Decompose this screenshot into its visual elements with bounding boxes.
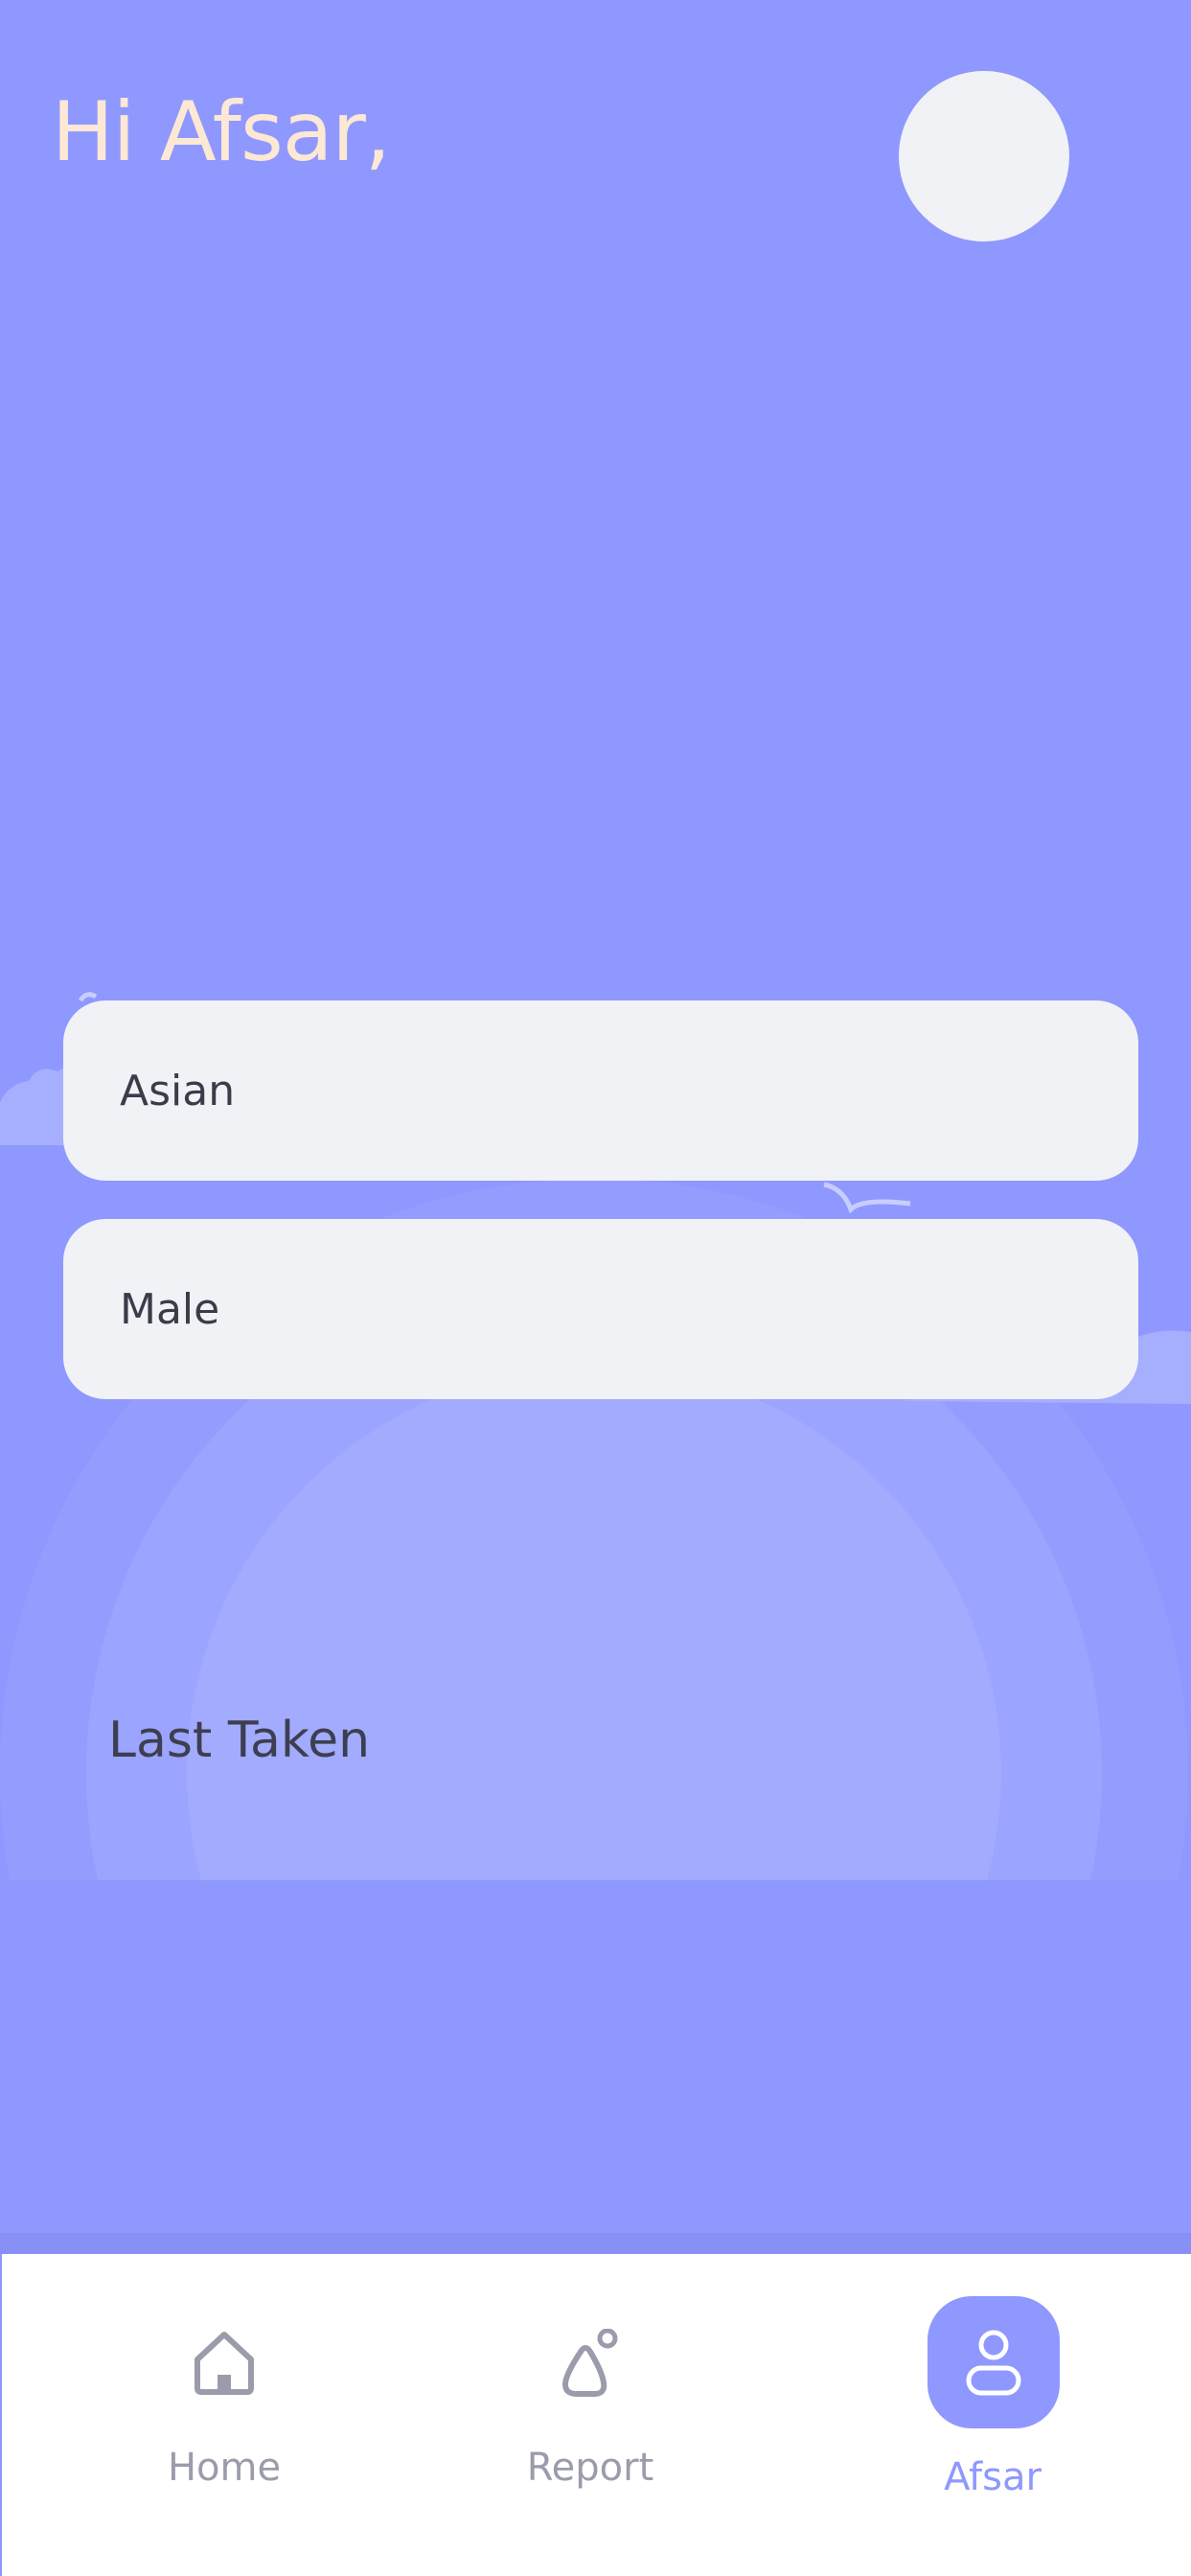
ethnicity-field[interactable]: Asian xyxy=(63,1000,1138,1181)
nav-item-profile[interactable]: Afsar xyxy=(878,2254,1108,2576)
avatar[interactable] xyxy=(899,71,1069,242)
nav-item-report[interactable]: Report xyxy=(475,2254,705,2576)
profile-screen: Hi Afsar, Asian Male Last Taken xyxy=(0,0,1191,2254)
last-taken-heading: Last Taken xyxy=(108,1712,371,1769)
home-icon xyxy=(167,2306,282,2421)
gender-field[interactable]: Male xyxy=(63,1219,1138,1399)
bottom-navigation: Home Report Afsar xyxy=(0,2254,1191,2576)
nav-label-profile: Afsar xyxy=(944,2455,1042,2499)
greeting-title: Hi Afsar, xyxy=(52,84,391,180)
nav-label-home: Home xyxy=(167,2446,282,2490)
gender-value: Male xyxy=(120,1284,220,1334)
ethnicity-value: Asian xyxy=(120,1066,236,1116)
nav-item-home[interactable]: Home xyxy=(109,2254,339,2576)
nav-label-report: Report xyxy=(526,2446,654,2490)
report-icon xyxy=(533,2306,648,2421)
profile-icon xyxy=(928,2296,1060,2428)
